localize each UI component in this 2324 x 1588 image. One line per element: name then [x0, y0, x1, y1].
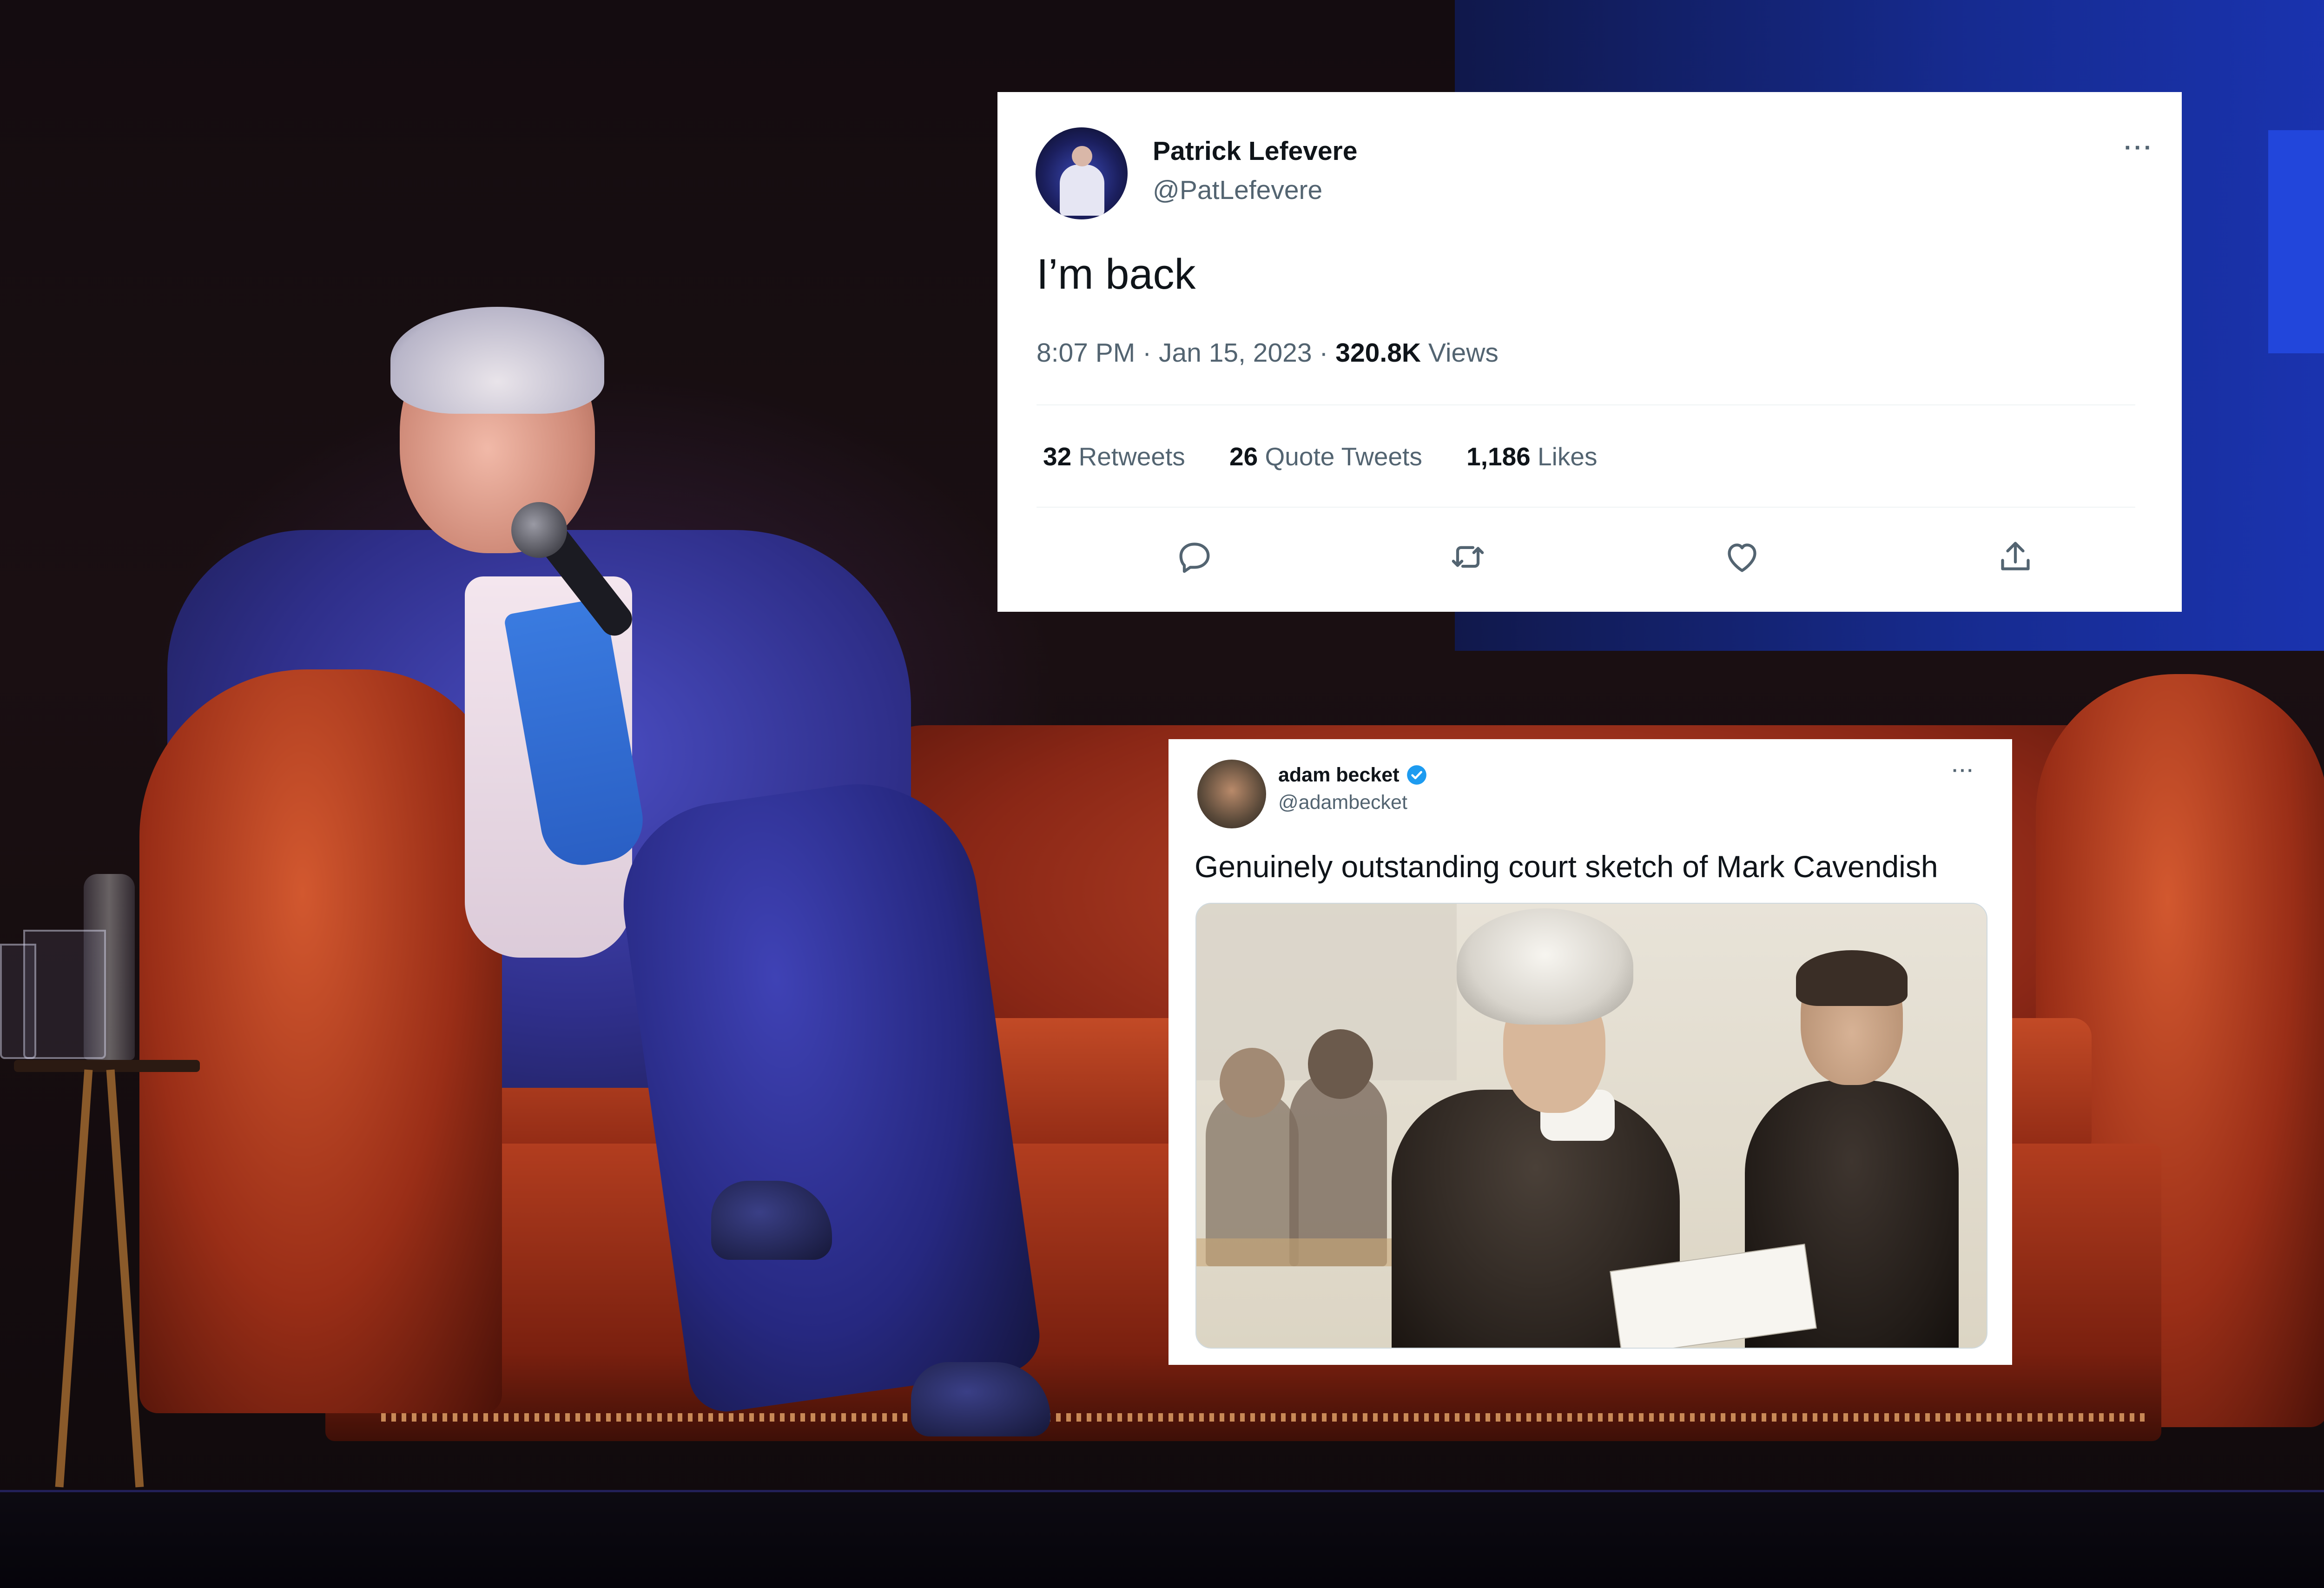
- meta-separator: ·: [1319, 338, 1336, 368]
- reply-button[interactable]: [1171, 534, 1218, 580]
- author-handle[interactable]: @adambecket: [1278, 791, 1407, 814]
- avatar-figure-body: [1060, 165, 1104, 216]
- retweets-count: 32: [1043, 442, 1072, 471]
- author-name-row: adam becket: [1278, 763, 1428, 787]
- side-table-leg: [55, 1069, 93, 1488]
- like-button[interactable]: [1719, 534, 1765, 580]
- more-options-icon[interactable]: ···: [2124, 134, 2154, 162]
- tweet-meta: 8:07 PM · Jan 15, 2023 · 320.8K Views: [1037, 337, 1499, 368]
- divider: [1037, 404, 2135, 405]
- quote-tweets-count: 26: [1229, 442, 1258, 471]
- tweet-date[interactable]: Jan 15, 2023: [1159, 338, 1312, 368]
- sketch-figure: [1289, 1071, 1387, 1266]
- sofa-studs: [381, 1413, 2147, 1422]
- likes-count: 1,186: [1466, 442, 1531, 471]
- divider: [1037, 507, 2135, 508]
- author-handle[interactable]: @PatLefevere: [1153, 175, 1322, 205]
- like-icon: [1728, 543, 1756, 572]
- quote-tweets-label: Quote Tweets: [1265, 442, 1422, 471]
- sofa-arm-left: [139, 669, 502, 1413]
- more-options-icon[interactable]: ···: [1952, 761, 1975, 781]
- retweets-label: Retweets: [1078, 442, 1185, 471]
- side-table-leg: [106, 1069, 144, 1488]
- stage-floor: [0, 1492, 2324, 1588]
- views-label: Views: [1428, 338, 1499, 368]
- tweet-text: Genuinely outstanding court sketch of Ma…: [1195, 849, 1938, 884]
- quote-tweets-stat[interactable]: 26 Quote Tweets: [1229, 442, 1429, 471]
- tweet-actions: [997, 534, 2182, 580]
- engagement-stats: 32 Retweets 26 Quote Tweets 1,186 Likes: [1043, 442, 1634, 471]
- sketch-defendant-hair: [1796, 950, 1908, 1006]
- retweets-stat[interactable]: 32 Retweets: [1043, 442, 1192, 471]
- tweet-text: I’m back: [1037, 251, 1196, 298]
- glass: [0, 944, 36, 1059]
- author-name[interactable]: Patrick Lefevere: [1153, 136, 1357, 166]
- microphone-head: [511, 502, 567, 558]
- sketch-figure-head: [1220, 1048, 1285, 1118]
- retweet-icon: [1452, 546, 1484, 568]
- stage-backdrop-light: [2268, 130, 2324, 353]
- tweet-time[interactable]: 8:07 PM: [1037, 338, 1135, 368]
- tweet-card-lefevere[interactable]: Patrick Lefevere @PatLefevere ··· I’m ba…: [997, 92, 2182, 612]
- man-hair: [390, 307, 604, 414]
- share-button[interactable]: [1992, 534, 2039, 580]
- avatar-figure-head: [1072, 146, 1092, 166]
- share-icon: [2001, 542, 2030, 570]
- meta-separator: ·: [1142, 338, 1159, 368]
- likes-label: Likes: [1538, 442, 1598, 471]
- likes-stat[interactable]: 1,186 Likes: [1466, 442, 1597, 471]
- reply-icon: [1179, 543, 1210, 573]
- court-sketch-image[interactable]: [1195, 903, 1987, 1349]
- sketch-figure-head: [1308, 1029, 1373, 1099]
- avatar[interactable]: [1197, 760, 1266, 828]
- views-count: 320.8K: [1335, 338, 1421, 368]
- avatar[interactable]: [1036, 127, 1128, 219]
- sketch-barrister-wig: [1457, 908, 1633, 1025]
- tweet-card-becket[interactable]: adam becket @adambecket ··· Genuinely ou…: [1169, 739, 2012, 1365]
- retweet-button[interactable]: [1445, 534, 1491, 580]
- verified-badge-icon: [1406, 765, 1426, 785]
- author-name[interactable]: adam becket: [1278, 764, 1400, 787]
